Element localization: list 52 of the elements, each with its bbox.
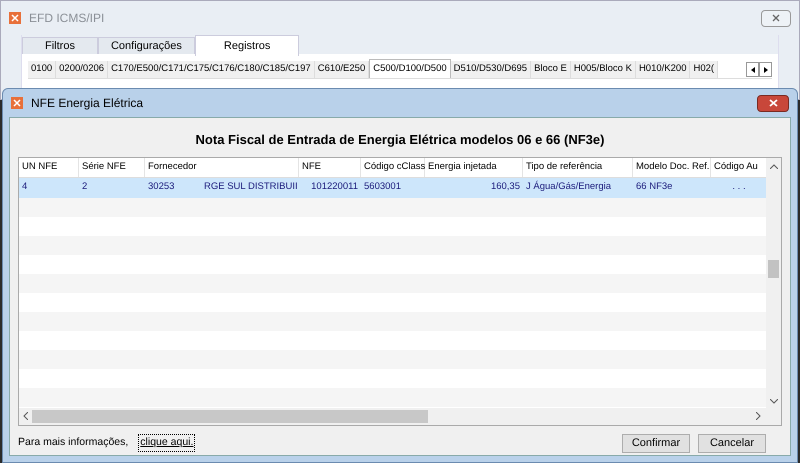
dialog-button[interactable]: Cancelar [698,434,766,452]
close-button[interactable] [761,10,791,26]
left-arrow-icon [750,66,754,72]
table-cell-text: 101220011 [310,180,359,194]
tab[interactable]: H005/Bloco K [570,61,636,78]
tab[interactable]: Registros [194,35,300,56]
tab[interactable]: C170/E500/C171/C175/C176/C180/C185/C197 [108,61,315,78]
scroll-thumb[interactable] [32,410,428,422]
scroll-left-button[interactable] [746,62,759,77]
table-cell-text: J Água/Gás/Energia [525,180,612,194]
dialog-title: NFE Energia Elétrica [31,95,144,112]
right-arrow-icon [764,66,768,72]
table-cell-text: 66 NF3e [635,180,674,194]
table-row[interactable]: 4 2 30253 RGE SUL DISTRIBUII 101220011 5603001 160,35 J Água/Gás/Energia 66 NF3e . . . [19,178,766,198]
close-icon [768,99,778,107]
tab[interactable]: H02( [690,61,718,78]
tab[interactable]: 0100 [28,61,56,78]
column-header[interactable]: NFE [299,158,361,176]
dialog-heading: Nota Fiscal de Entrada de Energia Elétrica modelos 06 e 66 (NF3e) [194,131,606,149]
tab[interactable]: C500/D100/D500 [369,59,451,78]
tab[interactable]: Configurações [98,37,195,54]
horizontal-scrollbar[interactable] [19,408,781,424]
app-logo-icon [9,12,21,24]
table-cell-text: 30253 RGE SUL DISTRIBUII [147,180,299,194]
tab[interactable]: Filtros [22,37,98,54]
help-link[interactable]: clique aqui. [138,434,196,452]
info-text: Para mais informações, [18,435,128,450]
close-button[interactable] [757,94,789,112]
column-header[interactable]: Série NFE [79,158,145,176]
tab[interactable]: Bloco E [531,61,571,78]
column-header[interactable]: Energia injetada [425,158,523,176]
column-header[interactable]: Tipo de referência [523,158,633,176]
window-title: EFD ICMS/IPI [29,10,104,27]
vertical-scrollbar[interactable] [766,158,781,408]
column-header[interactable]: Código cClass [361,158,425,176]
column-header[interactable]: Fornecedor [145,158,299,176]
tab[interactable]: 0200/0206 [56,61,108,78]
column-header[interactable]: UN NFE [19,158,79,176]
app-logo-icon [11,97,23,109]
column-header[interactable]: Modelo Doc. Ref. [633,158,711,176]
tab[interactable]: H010/K200 [636,61,690,78]
tab[interactable]: D510/D530/D695 [450,61,532,78]
table-cell-text: 160,35 [490,180,521,194]
table-cell-text: . . . [731,180,747,194]
scroll-right-button[interactable] [759,62,772,77]
dialog-button[interactable]: Confirmar [622,434,690,452]
table-cell-text: 4 [21,180,28,194]
table-cell-text: 2 [81,180,88,194]
table-cell-text: 5603001 [363,180,402,194]
scroll-thumb[interactable] [768,260,779,278]
tab[interactable]: C610/E250 [314,61,370,78]
close-icon [772,14,780,22]
